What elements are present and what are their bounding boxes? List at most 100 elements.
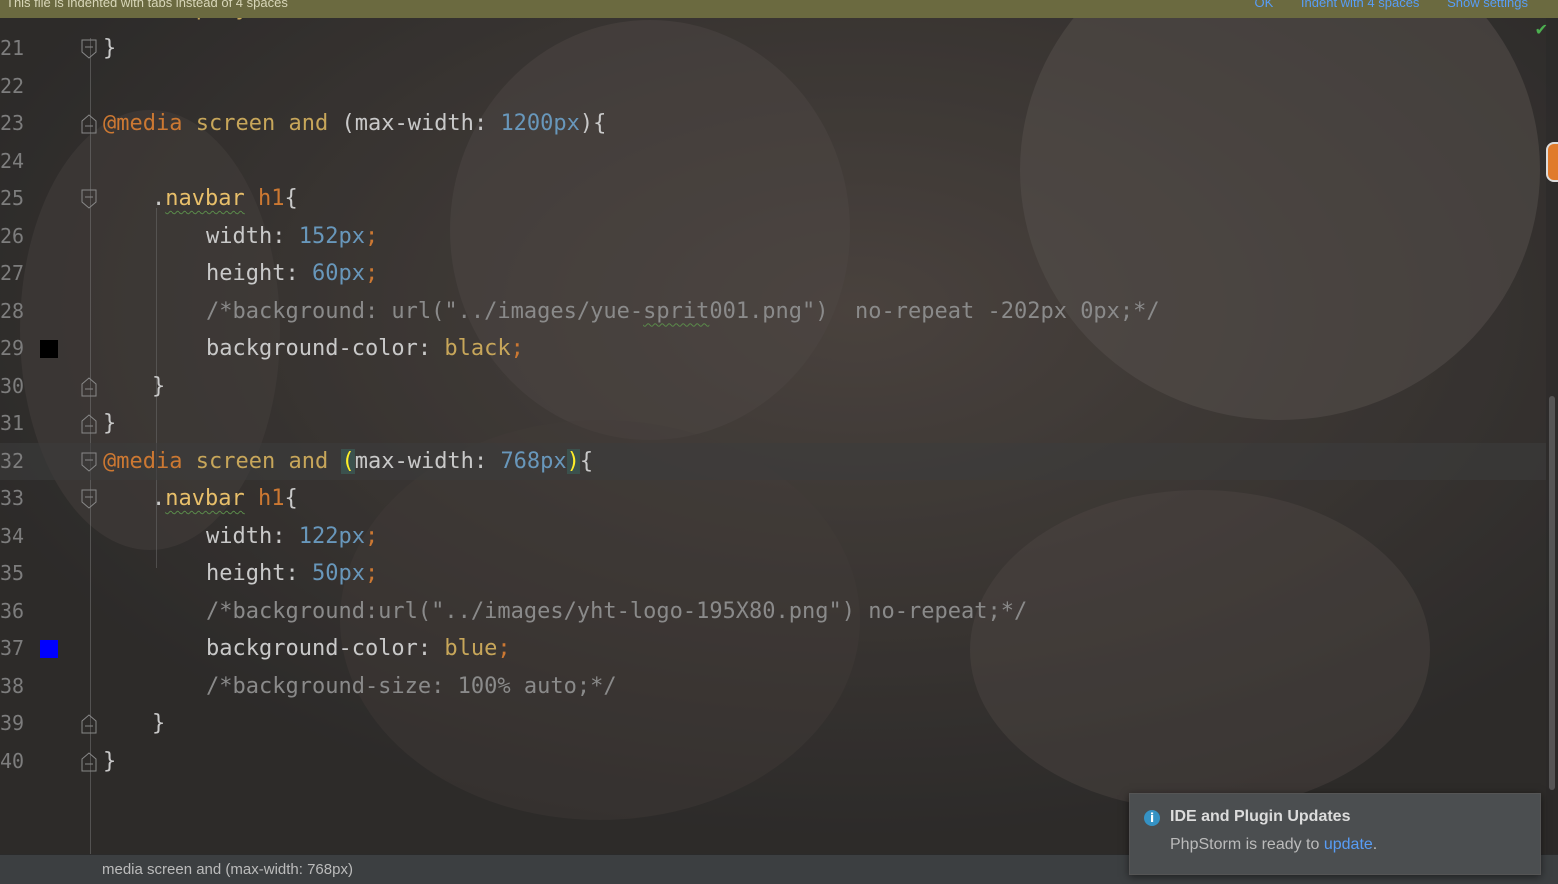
color-swatch-blue[interactable]	[40, 640, 58, 658]
banner-message: This file is indented with tabs instead …	[6, 0, 288, 10]
code-token: :	[417, 336, 445, 361]
matched-paren: (	[341, 448, 355, 474]
code-token: navbar	[165, 486, 245, 511]
line-number: 29	[0, 336, 25, 360]
fold-marker-icon[interactable]	[80, 376, 98, 398]
code-token: ;	[364, 261, 379, 286]
code-token: @media	[103, 111, 183, 136]
code-line: 22	[0, 68, 1546, 106]
code-token: 122px	[298, 523, 365, 549]
code-line: 29 background-color: black;	[0, 330, 1546, 368]
code-line-current: 32 @media screen and (max-width: 768px){	[0, 442, 1546, 480]
code-token: ;	[364, 523, 379, 549]
code-line: 21 }	[0, 30, 1546, 68]
code-token: }	[103, 411, 117, 436]
code-token: screen	[195, 448, 276, 474]
breadcrumb[interactable]: media screen and (max-width: 768px)	[102, 861, 353, 878]
code-token: background-color	[206, 636, 418, 661]
code-token: }	[103, 748, 117, 774]
code-line: 33 .navbar h1{	[0, 480, 1546, 518]
code-token: {	[284, 186, 298, 211]
update-notification[interactable]: i IDE and Plugin Updates PhpStorm is rea…	[1129, 793, 1541, 875]
line-number: 35	[0, 561, 25, 585]
line-number: 26	[0, 223, 25, 248]
code-token: 60px	[311, 261, 365, 286]
code-token: h1	[257, 486, 285, 511]
update-link[interactable]: update	[1324, 836, 1373, 853]
code-line: 25 .navbar h1{	[0, 180, 1546, 218]
banner-ok-button[interactable]: OK	[1254, 0, 1273, 10]
code-token: {	[593, 111, 607, 136]
code-line: 31 }	[0, 405, 1546, 443]
code-token: max-width	[354, 111, 474, 136]
check-icon: ✔	[1534, 20, 1548, 39]
code-token: 50px	[311, 561, 365, 586]
indent-warning-banner: This file is indented with tabs instead …	[0, 0, 1558, 18]
line-number: 21	[0, 36, 25, 60]
matched-paren: )	[566, 448, 580, 474]
info-icon: i	[1144, 810, 1160, 826]
code-line: 39 }	[0, 705, 1546, 743]
code-token: width	[206, 523, 273, 549]
fold-marker-icon[interactable]	[80, 713, 98, 735]
code-comment: /*background-size: 100% auto;*/	[206, 673, 617, 699]
code-token: {	[284, 486, 298, 511]
code-token: blue	[444, 636, 498, 661]
code-line: 40 }	[0, 743, 1546, 781]
fold-marker-icon[interactable]	[80, 751, 98, 773]
code-token: :	[272, 223, 299, 249]
code-token: :	[285, 261, 312, 286]
code-token: }	[152, 373, 166, 399]
line-number: 38	[0, 673, 25, 698]
code-token: ;	[510, 336, 524, 361]
code-token: .	[152, 186, 166, 211]
color-swatch-black[interactable]	[40, 340, 58, 358]
code-comment: sprit	[643, 298, 710, 324]
line-number: 23	[0, 111, 25, 135]
code-line: 27 height: 60px;	[0, 255, 1546, 293]
code-token: black	[444, 336, 511, 361]
line-number: 27	[0, 261, 25, 285]
fold-marker-icon[interactable]	[80, 413, 98, 435]
fold-marker-icon[interactable]	[80, 38, 98, 60]
code-token: height	[206, 261, 286, 286]
code-token: )	[579, 111, 594, 136]
code-token: ;	[497, 636, 511, 661]
code-token: 1200px	[500, 111, 580, 136]
fold-marker-icon[interactable]	[80, 451, 98, 473]
code-token: :	[473, 111, 501, 136]
banner-indent-button[interactable]: Indent with 4 spaces	[1301, 0, 1420, 10]
code-token: background-color	[206, 336, 418, 361]
line-number: 25	[0, 186, 25, 210]
scrollbar-thumb[interactable]	[1549, 396, 1555, 790]
code-line: 24	[0, 143, 1546, 181]
code-line: 30 }	[0, 368, 1546, 406]
code-token: 152px	[298, 223, 365, 249]
fold-marker-icon[interactable]	[80, 113, 98, 135]
orange-indicator-icon[interactable]	[1546, 142, 1558, 182]
banner-settings-button[interactable]: Show settings	[1447, 0, 1528, 10]
code-token: @media	[103, 448, 183, 474]
code-editor[interactable]: 20 display: block; 21 } 22 23 @media scr…	[0, 0, 1546, 854]
code-token: h1	[257, 186, 285, 211]
notification-text: PhpStorm is ready to	[1170, 836, 1324, 853]
notification-body: PhpStorm is ready to update.	[1170, 836, 1377, 854]
code-token: (	[341, 111, 355, 136]
fold-marker-icon[interactable]	[80, 188, 98, 210]
code-token: max-width	[354, 448, 474, 474]
code-comment: /*background: url("../images/yue-	[206, 298, 644, 324]
code-comment: /*background:url("../images/yht-logo-195…	[206, 598, 1028, 624]
code-comment: 001.png") no-repeat -202px 0px;*/	[709, 298, 1160, 324]
notification-text: .	[1372, 836, 1378, 853]
code-token: ;	[364, 223, 379, 249]
code-token: :	[417, 636, 445, 661]
code-token: .	[152, 486, 166, 511]
code-line: 35 height: 50px;	[0, 555, 1546, 593]
fold-marker-icon[interactable]	[80, 488, 98, 510]
line-number: 39	[0, 711, 25, 735]
code-token: height	[206, 561, 286, 586]
code-line: 36 /*background:url("../images/yht-logo-…	[0, 593, 1546, 631]
line-number: 22	[0, 73, 25, 98]
code-token: and	[288, 448, 329, 474]
code-token: and	[288, 111, 329, 136]
